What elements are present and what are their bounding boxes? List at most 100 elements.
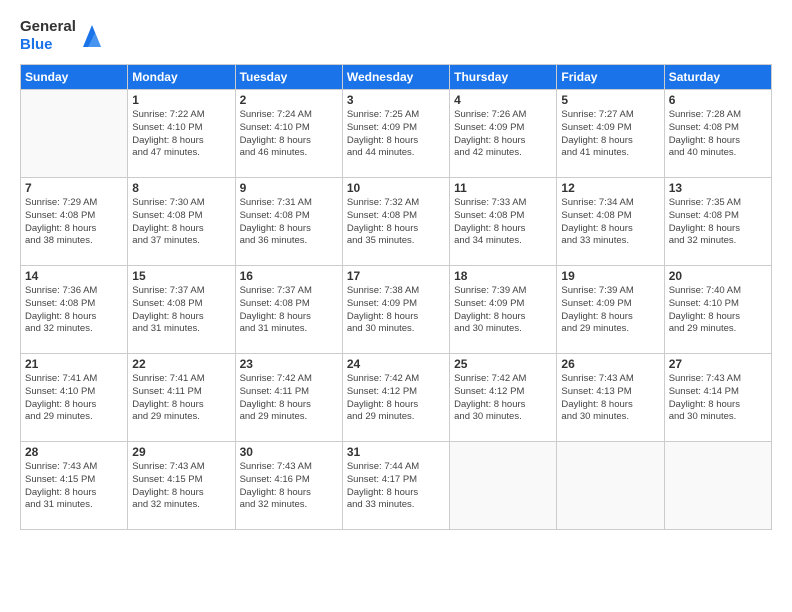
day-number: 28 [25,445,123,459]
calendar-cell: 16 Sunrise: 7:37 AMSunset: 4:08 PMDayligh… [235,266,342,354]
day-number: 15 [132,269,230,283]
day-number: 3 [347,93,445,107]
calendar-week-5: 28 Sunrise: 7:43 AMSunset: 4:15 PMDayligh… [21,442,772,530]
calendar-cell [21,90,128,178]
weekday-header-saturday: Saturday [664,65,771,90]
day-number: 24 [347,357,445,371]
day-number: 22 [132,357,230,371]
calendar-cell: 27Sunrise: 7:43 AMSunset: 4:14 PMDayligh… [664,354,771,442]
day-info: Sunrise: 7:42 AMSunset: 4:11 PMDaylight:… [240,373,338,424]
day-info: Sunrise: 7:37 AMSunset: 4:08 PMDaylight:… [240,285,338,336]
calendar-cell: 25Sunrise: 7:42 AMSunset: 4:12 PMDayligh… [450,354,557,442]
day-info: Sunrise: 7:26 AMSunset: 4:09 PMDaylight:… [454,109,552,160]
calendar-table: SundayMondayTuesdayWednesdayThursdayFrid… [20,64,772,530]
day-info: Sunrise: 7:22 AMSunset: 4:10 PMDaylight:… [132,109,230,160]
weekday-header-sunday: Sunday [21,65,128,90]
day-number: 21 [25,357,123,371]
calendar-page: General Blue SundayMondayTuesdayWednesda… [0,0,792,612]
calendar-cell: 31 Sunrise: 7:44 AMSunset: 4:17 PMDayligh… [342,442,449,530]
day-number: 23 [240,357,338,371]
day-info: Sunrise: 7:43 AMSunset: 4:15 PMDaylight:… [132,461,230,512]
day-info: Sunrise: 7:34 AMSunset: 4:08 PMDaylight:… [561,197,659,248]
calendar-cell: 19 Sunrise: 7:39 AMSunset: 4:09 PMDayligh… [557,266,664,354]
day-info: Sunrise: 7:44 AMSunset: 4:17 PMDaylight:… [347,461,445,512]
day-number: 7 [25,181,123,195]
day-number: 20 [669,269,767,283]
day-number: 30 [240,445,338,459]
calendar-cell: 24 Sunrise: 7:42 AMSunset: 4:12 PMDayligh… [342,354,449,442]
day-number: 9 [240,181,338,195]
day-number: 25 [454,357,552,371]
calendar-cell: 10 Sunrise: 7:32 AMSunset: 4:08 PMDayligh… [342,178,449,266]
day-info: Sunrise: 7:29 AMSunset: 4:08 PMDaylight:… [25,197,123,248]
weekday-header-wednesday: Wednesday [342,65,449,90]
day-number: 12 [561,181,659,195]
calendar-cell: 3 Sunrise: 7:25 AMSunset: 4:09 PMDaylight… [342,90,449,178]
calendar-week-1: 1 Sunrise: 7:22 AMSunset: 4:10 PMDaylight… [21,90,772,178]
calendar-cell [450,442,557,530]
day-number: 1 [132,93,230,107]
day-number: 17 [347,269,445,283]
day-info: Sunrise: 7:41 AMSunset: 4:10 PMDaylight:… [25,373,123,424]
day-number: 5 [561,93,659,107]
day-info: Sunrise: 7:42 AMSunset: 4:12 PMDaylight:… [347,373,445,424]
calendar-cell: 13Sunrise: 7:35 AMSunset: 4:08 PMDayligh… [664,178,771,266]
calendar-cell: 6Sunrise: 7:28 AMSunset: 4:08 PMDaylight… [664,90,771,178]
day-info: Sunrise: 7:43 AMSunset: 4:16 PMDaylight:… [240,461,338,512]
day-info: Sunrise: 7:43 AMSunset: 4:13 PMDaylight:… [561,373,659,424]
calendar-cell: 8Sunrise: 7:30 AMSunset: 4:08 PMDaylight… [128,178,235,266]
day-info: Sunrise: 7:36 AMSunset: 4:08 PMDaylight:… [25,285,123,336]
day-info: Sunrise: 7:37 AMSunset: 4:08 PMDaylight:… [132,285,230,336]
calendar-cell: 18 Sunrise: 7:39 AMSunset: 4:09 PMDayligh… [450,266,557,354]
day-number: 14 [25,269,123,283]
calendar-cell: 2Sunrise: 7:24 AMSunset: 4:10 PMDaylight… [235,90,342,178]
day-number: 26 [561,357,659,371]
calendar-cell [664,442,771,530]
calendar-cell: 7 Sunrise: 7:29 AMSunset: 4:08 PMDaylight… [21,178,128,266]
day-info: Sunrise: 7:40 AMSunset: 4:10 PMDaylight:… [669,285,767,336]
day-info: Sunrise: 7:38 AMSunset: 4:09 PMDaylight:… [347,285,445,336]
calendar-week-3: 14 Sunrise: 7:36 AMSunset: 4:08 PMDayligh… [21,266,772,354]
day-number: 19 [561,269,659,283]
day-info: Sunrise: 7:43 AMSunset: 4:15 PMDaylight:… [25,461,123,512]
calendar-cell: 28 Sunrise: 7:43 AMSunset: 4:15 PMDayligh… [21,442,128,530]
calendar-cell: 23 Sunrise: 7:42 AMSunset: 4:11 PMDayligh… [235,354,342,442]
calendar-cell: 22 Sunrise: 7:41 AMSunset: 4:11 PMDayligh… [128,354,235,442]
header: General Blue [20,18,772,54]
day-info: Sunrise: 7:30 AMSunset: 4:08 PMDaylight:… [132,197,230,248]
calendar-cell: 17 Sunrise: 7:38 AMSunset: 4:09 PMDayligh… [342,266,449,354]
calendar-cell: 14 Sunrise: 7:36 AMSunset: 4:08 PMDayligh… [21,266,128,354]
calendar-cell: 9 Sunrise: 7:31 AMSunset: 4:08 PMDaylight… [235,178,342,266]
calendar-cell: 20 Sunrise: 7:40 AMSunset: 4:10 PMDayligh… [664,266,771,354]
day-info: Sunrise: 7:39 AMSunset: 4:09 PMDaylight:… [561,285,659,336]
calendar-cell: 15 Sunrise: 7:37 AMSunset: 4:08 PMDayligh… [128,266,235,354]
calendar-cell: 4 Sunrise: 7:26 AMSunset: 4:09 PMDaylight… [450,90,557,178]
day-number: 16 [240,269,338,283]
calendar-cell: 1 Sunrise: 7:22 AMSunset: 4:10 PMDaylight… [128,90,235,178]
weekday-header-monday: Monday [128,65,235,90]
day-info: Sunrise: 7:31 AMSunset: 4:08 PMDaylight:… [240,197,338,248]
day-info: Sunrise: 7:41 AMSunset: 4:11 PMDaylight:… [132,373,230,424]
day-number: 18 [454,269,552,283]
day-info: Sunrise: 7:28 AMSunset: 4:08 PMDaylight:… [669,109,767,160]
day-number: 31 [347,445,445,459]
weekday-header-friday: Friday [557,65,664,90]
day-number: 10 [347,181,445,195]
day-info: Sunrise: 7:25 AMSunset: 4:09 PMDaylight:… [347,109,445,160]
weekday-header-tuesday: Tuesday [235,65,342,90]
calendar-cell: 30 Sunrise: 7:43 AMSunset: 4:16 PMDayligh… [235,442,342,530]
day-info: Sunrise: 7:35 AMSunset: 4:08 PMDaylight:… [669,197,767,248]
day-info: Sunrise: 7:32 AMSunset: 4:08 PMDaylight:… [347,197,445,248]
calendar-cell: 26 Sunrise: 7:43 AMSunset: 4:13 PMDayligh… [557,354,664,442]
day-number: 4 [454,93,552,107]
calendar-cell: 29Sunrise: 7:43 AMSunset: 4:15 PMDayligh… [128,442,235,530]
day-info: Sunrise: 7:39 AMSunset: 4:09 PMDaylight:… [454,285,552,336]
day-number: 2 [240,93,338,107]
logo-general: General [20,18,76,36]
weekday-header-row: SundayMondayTuesdayWednesdayThursdayFrid… [21,65,772,90]
calendar-cell: 5 Sunrise: 7:27 AMSunset: 4:09 PMDaylight… [557,90,664,178]
weekday-header-thursday: Thursday [450,65,557,90]
logo-blue: Blue [20,36,76,54]
day-number: 27 [669,357,767,371]
day-info: Sunrise: 7:27 AMSunset: 4:09 PMDaylight:… [561,109,659,160]
